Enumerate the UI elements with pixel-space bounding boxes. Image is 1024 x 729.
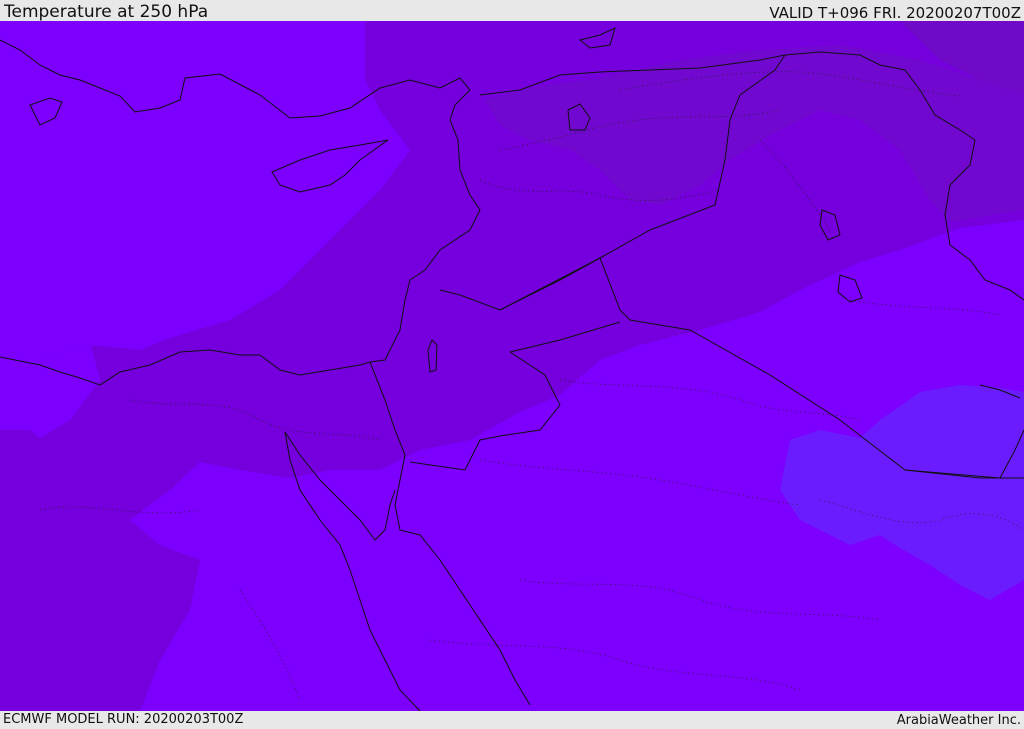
model-run-label: ECMWF MODEL RUN: 20200203T00Z [3,712,244,727]
footer-bar: ECMWF MODEL RUN: 20200203T00Z ArabiaWeat… [0,711,1024,729]
header-bar: Temperature at 250 hPa VALID T+096 FRI. … [0,0,1024,22]
valid-time: VALID T+096 FRI. 20200207T00Z [769,4,1021,22]
map-title: Temperature at 250 hPa [4,2,209,22]
weather-map[interactable] [0,21,1024,711]
credit-label: ArabiaWeather Inc. [896,713,1021,728]
